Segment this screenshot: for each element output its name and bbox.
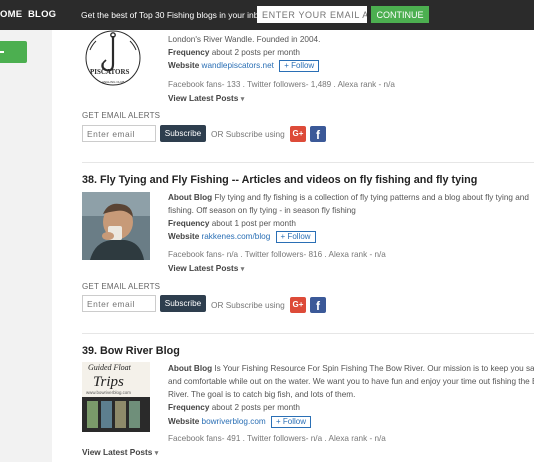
about-text-3: River. The goal is to catch big fish, an… [168,390,356,399]
logo-mid-text: Trips [93,374,124,390]
divider [82,333,534,334]
blog-39-thumbnail[interactable]: Guided Float Trips www.bowriverblog.com [82,362,150,432]
blog-38-frequency: Frequency about 1 post per month [168,219,296,228]
about-text-2: and comfortable while out on the water. … [168,377,534,386]
left-green-button[interactable] [0,41,27,63]
frequency-value: about 1 post per month [211,219,296,228]
frequency-label: Frequency [168,403,210,412]
subscribe-using-text: OR Subscribe using [211,129,285,139]
google-plus-icon[interactable]: G+ [290,297,306,313]
alert-email-input[interactable] [82,295,156,312]
website-link[interactable]: wandlepiscators.net [202,61,274,70]
frequency-label: Frequency [168,48,210,57]
subscribe-button[interactable]: Subscribe [160,295,206,312]
frequency-label: Frequency [168,219,210,228]
left-button-glyph [0,51,4,53]
blog-38-website: Website rakkenes.com/blog + Follow [168,231,316,243]
view-latest-label: View Latest Posts [82,447,153,457]
follow-button[interactable]: + Follow [275,231,316,243]
blog-37-stats: Facebook fans- 133 . Twitter followers- … [168,80,395,89]
frequency-value: about 2 posts per month [211,48,300,57]
top-bar: OME BLOG Get the best of Top 30 Fishing … [0,0,534,30]
blog-37-frequency: Frequency about 2 posts per month [168,48,300,57]
alert-email-input[interactable] [82,125,156,142]
promo-text: Get the best of Top 30 Fishing blogs in … [81,10,268,20]
blog-logo-wandle[interactable]: PISCATORS ANGLING CLUB [82,30,144,90]
blog-39-stats: Facebook fans- 491 . Twitter followers- … [168,434,386,443]
website-link[interactable]: bowriverblog.com [202,417,266,426]
nav-home-link[interactable]: OME [0,9,22,20]
view-latest-label: View Latest Posts [168,263,239,273]
view-latest-posts-link[interactable]: View Latest Posts ▾ [82,447,158,457]
blog-37-desc: London's River Wandle. Founded in 2004. [168,35,321,44]
website-label: Website [168,417,200,426]
about-text-1: Is Your Fishing Resource For Spin Fishin… [214,364,534,373]
blog-38-title[interactable]: 38. Fly Tying and Fly Fishing -- Article… [82,174,477,186]
logo-bottom-text: PISCATORS [90,68,130,76]
blog-list: PISCATORS ANGLING CLUB London's River Wa… [52,30,534,462]
divider [82,162,534,163]
about-text-1: Fly tying and fly fishing is a collectio… [214,193,529,202]
blog-38-stats: Facebook fans- n/a . Twitter followers- … [168,250,386,259]
nav-blog-link[interactable]: BLOG [28,9,56,20]
blog-39-about: About Blog Is Your Fishing Resource For … [168,363,534,376]
website-label: Website [168,232,200,241]
bow-river-logo-icon: Guided Float Trips www.bowriverblog.com [82,362,150,432]
follow-button[interactable]: + Follow [270,416,311,428]
about-label: About Blog [168,193,213,202]
website-label: Website [168,61,200,70]
chevron-down-icon: ▾ [240,96,245,103]
blog-38-about: About Blog Fly tying and fly fishing is … [168,192,534,205]
blog-39-title[interactable]: 39. Bow River Blog [82,345,180,357]
facebook-icon[interactable]: f [310,297,326,313]
frequency-value: about 2 posts per month [211,403,300,412]
view-latest-label: View Latest Posts [168,93,239,103]
facebook-icon[interactable]: f [310,126,326,142]
left-column [0,30,52,462]
chevron-down-icon: ▾ [240,266,245,273]
website-link[interactable]: rakkenes.com/blog [202,232,271,241]
follow-button[interactable]: + Follow [279,60,320,72]
newsletter-email-input[interactable] [257,6,367,23]
email-alerts-label: GET EMAIL ALERTS [82,111,161,120]
about-label: About Blog [168,364,213,373]
view-latest-posts-link[interactable]: View Latest Posts ▾ [168,93,244,103]
blog-39-frequency: Frequency about 2 posts per month [168,403,300,412]
blog-37-website: Website wandlepiscators.net + Follow [168,60,320,72]
logo-top-text: Guided Float [88,363,132,372]
blog-38-thumbnail[interactable] [82,192,150,260]
fly-tyer-photo-icon [82,192,150,260]
continue-button[interactable]: CONTINUE [371,6,429,23]
svg-text:ANGLING CLUB: ANGLING CLUB [102,80,124,84]
google-plus-icon[interactable]: G+ [290,126,306,142]
subscribe-using-text: OR Subscribe using [211,300,285,310]
subscribe-button[interactable]: Subscribe [160,125,206,142]
logo-url-text: www.bowriverblog.com [86,390,131,395]
about-text-2: fishing. Off season on fly tying - in se… [168,206,356,215]
chevron-down-icon: ▾ [154,450,159,457]
view-latest-posts-link[interactable]: View Latest Posts ▾ [168,263,244,273]
email-alerts-label: GET EMAIL ALERTS [82,282,161,291]
blog-39-website: Website bowriverblog.com + Follow [168,416,311,428]
piscators-logo-icon: PISCATORS ANGLING CLUB [85,30,141,86]
